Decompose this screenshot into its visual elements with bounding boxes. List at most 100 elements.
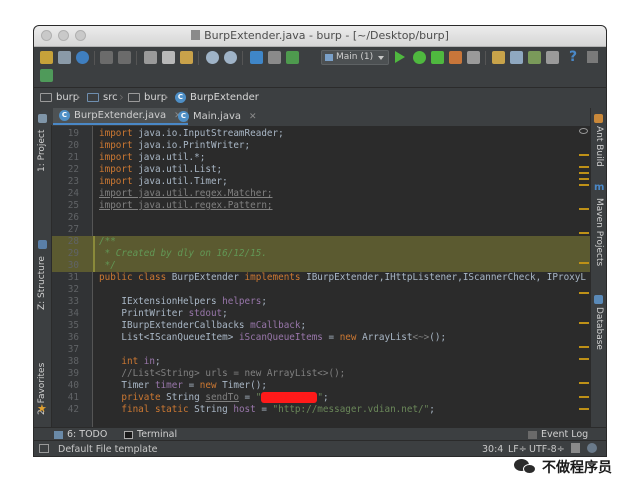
build-icon[interactable] <box>286 51 299 64</box>
error-stripe-marker[interactable] <box>579 208 589 210</box>
copy-icon[interactable] <box>162 51 175 64</box>
error-stripe-marker[interactable] <box>579 358 589 360</box>
code-line[interactable]: 41 private String sendTo = "xxxxxxxxxx"; <box>52 392 590 404</box>
line-number: 33 <box>67 296 79 307</box>
error-stripe-marker[interactable] <box>579 396 589 398</box>
tab-burpextender-java[interactable]: CBurpExtender.java✕ <box>53 108 188 125</box>
code-token: private <box>99 392 167 403</box>
sidebar-toggle-icon[interactable] <box>587 51 598 63</box>
error-stripe-marker[interactable] <box>579 408 589 410</box>
code-line[interactable]: 35 IBurpExtenderCallbacks mCallback; <box>52 320 590 332</box>
breadcrumb-item-class[interactable]: C BurpExtender <box>175 92 259 103</box>
sync-icon[interactable] <box>76 51 89 64</box>
code-line[interactable]: 27 <box>52 224 590 236</box>
terminal-tool-button[interactable]: Terminal <box>124 429 177 440</box>
code-line[interactable]: 36 List<IScanQueueItem> iScanQueueItems … <box>52 332 590 344</box>
cut-icon[interactable] <box>144 51 157 64</box>
terminal-icon[interactable] <box>546 51 559 64</box>
coverage-icon[interactable] <box>431 51 444 64</box>
tool-tab-structure[interactable]: Z: Structure <box>37 256 47 310</box>
find-icon[interactable] <box>206 51 219 64</box>
settings-icon[interactable] <box>492 51 505 64</box>
forward-icon[interactable] <box>268 51 281 64</box>
breadcrumb-item-package[interactable]: burp <box>128 92 167 103</box>
code-text: public class BurpExtender implements IBu… <box>99 272 586 284</box>
event-log-label: Event Log <box>541 429 589 440</box>
run-configuration-select[interactable]: Main (1) <box>321 50 389 65</box>
close-tab-icon[interactable]: ✕ <box>249 112 257 122</box>
undo-icon[interactable] <box>100 51 113 64</box>
error-stripe-marker[interactable] <box>579 322 589 324</box>
code-line[interactable]: 30 */ <box>52 260 590 272</box>
code-line[interactable]: 40 Timer timer = new Timer(); <box>52 380 590 392</box>
paste-icon[interactable] <box>180 51 193 64</box>
code-line[interactable]: 21 import java.util.*; <box>52 152 590 164</box>
event-log-button[interactable]: Event Log <box>528 429 588 440</box>
vcs-icon[interactable] <box>40 69 53 82</box>
code-line[interactable]: 34 PrintWriter stdout; <box>52 308 590 320</box>
code-line[interactable]: 32 <box>52 284 590 296</box>
error-stripe-marker[interactable] <box>579 172 589 174</box>
breadcrumb-item-project[interactable]: burp <box>40 92 79 103</box>
code-line[interactable]: 28 /** <box>52 236 590 248</box>
save-icon[interactable] <box>58 51 71 64</box>
help-icon[interactable]: ? <box>569 49 577 65</box>
open-folder-icon[interactable] <box>40 51 53 64</box>
tool-tab-maven-projects[interactable]: Maven Projects <box>594 198 604 266</box>
code-line[interactable]: 33 IExtensionHelpers helpers; <box>52 296 590 308</box>
replace-icon[interactable] <box>224 51 237 64</box>
code-editor[interactable]: 19 import java.io.InputStreamReader; 20 imp… <box>52 126 590 427</box>
code-line[interactable]: 19 import java.io.InputStreamReader; <box>52 128 590 140</box>
breadcrumb-item-src[interactable]: src <box>87 92 118 103</box>
debug-icon[interactable] <box>413 51 426 64</box>
line-separator[interactable]: LF÷ <box>508 444 527 455</box>
error-stripe-marker[interactable] <box>579 166 589 168</box>
error-stripe-marker[interactable] <box>579 154 589 156</box>
source-folder-icon <box>87 93 99 102</box>
line-number: 21 <box>67 152 79 163</box>
code-line[interactable]: 20 import java.io.PrintWriter; <box>52 140 590 152</box>
run-icon[interactable] <box>395 51 405 63</box>
code-line[interactable]: 39 //List<String> urls = new ArrayList<>… <box>52 368 590 380</box>
lock-icon[interactable] <box>571 443 580 453</box>
eye-icon[interactable] <box>579 128 588 134</box>
error-stripe-marker[interactable] <box>579 262 589 264</box>
inspector-icon[interactable] <box>587 443 597 453</box>
todo-tool-button[interactable]: 6: TODO <box>54 429 107 440</box>
code-token: Timer <box>99 380 155 391</box>
error-stripe-marker[interactable] <box>579 346 589 348</box>
watermark: 不做程序员 <box>514 457 636 477</box>
code-line[interactable]: 24 import java.util.regex.Matcher; <box>52 188 590 200</box>
tool-tab-ant-build[interactable]: Ant Build <box>594 126 604 167</box>
tab-label: Main.java <box>193 111 242 122</box>
file-encoding[interactable]: UTF-8÷ <box>529 444 565 455</box>
code-line[interactable]: 37 <box>52 344 590 356</box>
back-icon[interactable] <box>250 51 263 64</box>
error-stripe-marker[interactable] <box>579 178 589 180</box>
error-stripe-marker[interactable] <box>579 232 589 234</box>
chevron-right-icon: › <box>164 90 169 104</box>
code-line[interactable]: 26 <box>52 212 590 224</box>
tool-tab-database[interactable]: Database <box>594 307 604 350</box>
profile-icon[interactable] <box>449 51 462 64</box>
code-token: ; <box>222 308 228 319</box>
code-line[interactable]: 25 import java.util.regex.Pattern; <box>52 200 590 212</box>
code-token: int <box>99 356 144 367</box>
error-stripe-marker[interactable] <box>579 292 589 294</box>
error-stripe-marker[interactable] <box>579 382 589 384</box>
code-line[interactable]: 31 public class BurpExtender implements I… <box>52 272 590 284</box>
sdk-icon[interactable] <box>528 51 541 64</box>
code-line[interactable]: 38 int in; <box>52 356 590 368</box>
stop-icon[interactable] <box>467 51 480 64</box>
code-line[interactable]: 29 * Created by dly on 16/12/15. <box>52 248 590 260</box>
code-line[interactable]: 23 import java.util.Timer; <box>52 176 590 188</box>
caret-position[interactable]: 30:4 <box>482 444 503 455</box>
project-structure-icon[interactable] <box>510 51 523 64</box>
error-stripe-marker[interactable] <box>579 184 589 186</box>
tab-main-java[interactable]: C Main.java ✕ <box>172 108 263 125</box>
status-toggle-icon[interactable] <box>39 444 49 453</box>
tool-tab-project[interactable]: 1: Project <box>37 130 47 172</box>
redo-icon[interactable] <box>118 51 131 64</box>
code-line[interactable]: 42 final static String host = "http://me… <box>52 404 590 416</box>
code-line[interactable]: 22 import java.util.List; <box>52 164 590 176</box>
